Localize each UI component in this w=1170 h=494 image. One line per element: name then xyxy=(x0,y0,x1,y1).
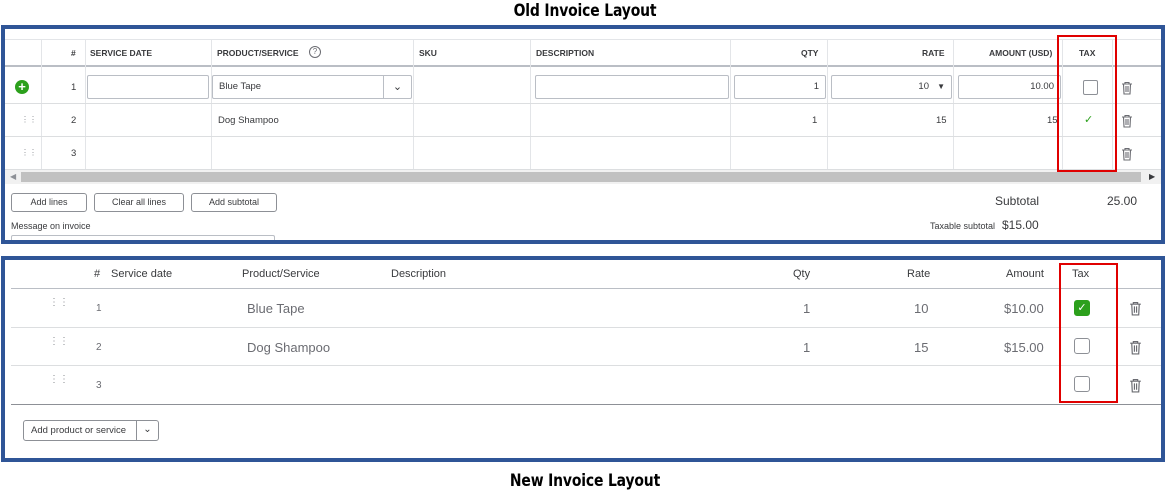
new-row-2-drag-handle-icon[interactable]: ⋮⋮ xyxy=(49,337,69,347)
new-header-amount: Amount xyxy=(1006,268,1044,280)
help-icon[interactable]: ? xyxy=(309,46,321,58)
new-header-description: Description xyxy=(391,268,447,280)
new-row-2-num: 2 xyxy=(96,342,102,353)
new-row-2-amount: $15.00 xyxy=(1004,340,1044,355)
taxable-subtotal-label: Taxable subtotal xyxy=(930,221,996,231)
old-invoice-panel: # SERVICE DATE PRODUCT/SERVICE ? SKU DES… xyxy=(1,25,1165,244)
horizontal-scrollbar[interactable]: ◀ ▶ xyxy=(5,170,1161,184)
add-product-split-button[interactable]: Add product or service ⌄ xyxy=(23,420,159,441)
new-row-2-trash-icon[interactable] xyxy=(1129,340,1142,355)
old-layout-caption: Old Invoice Layout xyxy=(513,1,657,21)
new-row-1-amount: $10.00 xyxy=(1004,301,1044,316)
chevron-down-icon[interactable]: ⌄ xyxy=(136,421,158,440)
new-header-num: # xyxy=(94,268,101,280)
old-row-1-rate-input[interactable]: 10 ▼ xyxy=(831,75,952,99)
old-header-sku: SKU xyxy=(419,48,437,58)
old-row-1-qty: 1 xyxy=(813,81,819,92)
new-row-2-rate: 15 xyxy=(914,340,929,355)
new-row-1-drag-handle-icon[interactable]: ⋮⋮ xyxy=(49,298,69,308)
new-invoice-panel: # Service date Product/Service Descripti… xyxy=(1,256,1165,462)
new-row-3-num: 3 xyxy=(96,380,102,391)
add-lines-button[interactable]: Add lines xyxy=(11,193,87,212)
new-row-1-trash-icon[interactable] xyxy=(1129,301,1142,316)
new-row-1-rate: 10 xyxy=(914,301,929,316)
new-row-1-product: Blue Tape xyxy=(247,301,305,316)
old-row-1-amount: 10.00 xyxy=(1030,81,1054,92)
add-product-button[interactable]: Add product or service xyxy=(31,425,126,436)
new-tax-column-highlight xyxy=(1059,263,1118,403)
new-row-1-qty: 1 xyxy=(803,301,811,316)
old-row-3-drag-handle-icon[interactable]: ⋮⋮ xyxy=(21,148,37,157)
old-row-1-amount-input[interactable]: 10.00 xyxy=(958,75,1061,99)
new-header-rate: Rate xyxy=(907,268,931,280)
old-header-qty: QTY xyxy=(801,48,819,58)
old-row-1-product-select[interactable]: Blue Tape ⌄ xyxy=(212,75,412,99)
subtotal-label: Subtotal xyxy=(995,194,1040,208)
message-on-invoice-field[interactable] xyxy=(11,235,275,240)
add-line-icon[interactable]: + xyxy=(15,80,29,94)
old-header-rate: RATE xyxy=(922,48,945,58)
taxable-subtotal-value: $15.00 xyxy=(1002,218,1039,232)
old-row-2-product: Dog Shampoo xyxy=(218,115,279,126)
old-header-amount: AMOUNT (USD) xyxy=(989,48,1053,58)
old-row-1-product: Blue Tape xyxy=(219,81,262,92)
add-subtotal-button[interactable]: Add subtotal xyxy=(191,193,277,212)
chevron-down-icon[interactable]: ⌄ xyxy=(383,76,411,98)
old-header-product: PRODUCT/SERVICE xyxy=(217,48,299,58)
old-header-num: # xyxy=(71,48,76,58)
old-header-description: DESCRIPTION xyxy=(536,48,595,58)
new-row-3-trash-icon[interactable] xyxy=(1129,378,1142,393)
caret-down-icon[interactable]: ▼ xyxy=(937,76,945,98)
old-tax-column-highlight xyxy=(1057,35,1117,172)
old-row-1-num: 1 xyxy=(71,82,77,93)
old-row-2-rate: 15 xyxy=(936,115,947,126)
old-row-1-rate: 10 xyxy=(918,81,929,92)
scroll-left-icon[interactable]: ◀ xyxy=(10,172,16,181)
new-row-1-num: 1 xyxy=(96,303,102,314)
new-row-3-drag-handle-icon[interactable]: ⋮⋮ xyxy=(49,375,69,385)
old-row-3-num: 3 xyxy=(71,148,77,159)
old-row-1-service-date-input[interactable] xyxy=(87,75,209,99)
old-row-2-amount: 15 xyxy=(1047,115,1058,126)
clear-all-lines-button[interactable]: Clear all lines xyxy=(94,193,184,212)
old-row-2-qty: 1 xyxy=(812,115,818,126)
new-layout-caption: New Invoice Layout xyxy=(509,471,661,491)
old-row-3-trash-icon[interactable] xyxy=(1121,147,1133,161)
subtotal-value: 25.00 xyxy=(1107,194,1138,208)
scroll-right-icon[interactable]: ▶ xyxy=(1149,172,1155,181)
old-row-2-trash-icon[interactable] xyxy=(1121,114,1133,128)
old-row-1-trash-icon[interactable] xyxy=(1121,81,1133,95)
message-on-invoice-label: Message on invoice xyxy=(11,221,91,231)
old-row-2-num: 2 xyxy=(71,115,77,126)
old-row-2-drag-handle-icon[interactable]: ⋮⋮ xyxy=(21,115,37,124)
old-header-service-date: SERVICE DATE xyxy=(90,48,153,58)
old-row-1-qty-input[interactable]: 1 xyxy=(734,75,826,99)
new-row-2-product: Dog Shampoo xyxy=(247,340,331,355)
new-row-2-qty: 1 xyxy=(803,340,811,355)
new-header-product: Product/Service xyxy=(242,268,320,280)
old-row-1-description-input[interactable] xyxy=(535,75,729,99)
new-header-qty: Qty xyxy=(793,268,811,280)
scrollbar-thumb[interactable] xyxy=(21,172,1141,182)
new-header-service-date: Service date xyxy=(111,268,173,280)
